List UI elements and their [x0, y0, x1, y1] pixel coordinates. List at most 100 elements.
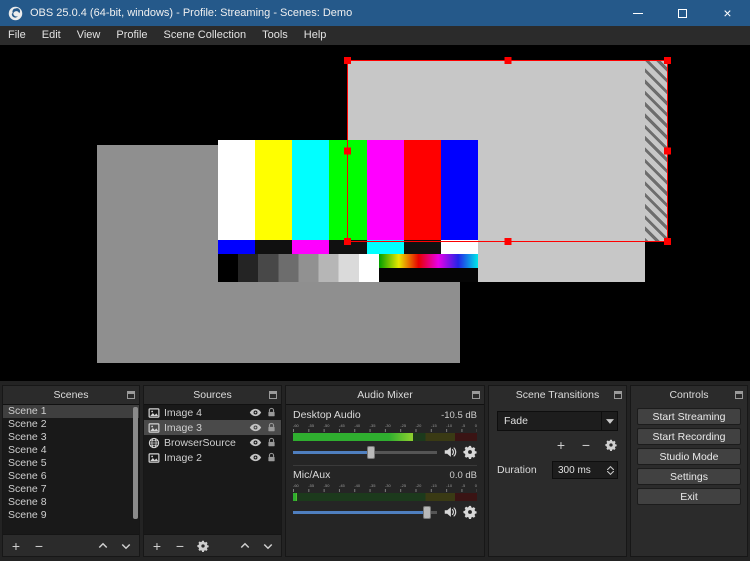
selection-handle-s[interactable]: [504, 238, 511, 245]
menu-help[interactable]: Help: [296, 26, 335, 45]
remove-source-button[interactable]: −: [173, 539, 187, 553]
menu-file[interactable]: File: [0, 26, 34, 45]
dock-popout-icon[interactable]: [127, 391, 135, 399]
selection-handle-sw[interactable]: [344, 238, 351, 245]
selection-handle-e[interactable]: [664, 147, 671, 155]
minimize-button[interactable]: [615, 0, 660, 26]
maximize-button[interactable]: [660, 0, 705, 26]
menu-profile[interactable]: Profile: [108, 26, 155, 45]
selection-handle-w[interactable]: [344, 147, 351, 155]
channel-settings-gear-icon[interactable]: [463, 505, 477, 519]
duration-spinbox[interactable]: 300 ms: [552, 461, 618, 479]
scene-list-item[interactable]: Scene 3: [3, 431, 139, 444]
source-name: BrowserSource: [164, 436, 236, 449]
sources-list[interactable]: Image 4 Image 3 BrowserSource Image 2: [144, 404, 281, 534]
menu-edit[interactable]: Edit: [34, 26, 69, 45]
scale-label: -20: [415, 423, 422, 428]
lock-icon[interactable]: [266, 407, 277, 418]
color-bars-bottom: [218, 254, 478, 282]
close-button[interactable]: ×: [705, 0, 750, 26]
scene-list-item[interactable]: Scene 1: [3, 405, 139, 418]
visibility-eye-icon[interactable]: [249, 406, 262, 419]
channel-settings-gear-icon[interactable]: [463, 445, 477, 459]
settings-button[interactable]: Settings: [637, 468, 741, 485]
transition-select[interactable]: Fade: [497, 411, 618, 431]
scene-list-item[interactable]: Scene 8: [3, 496, 139, 509]
volume-slider-handle[interactable]: [366, 445, 375, 459]
controls-header[interactable]: Controls: [631, 386, 747, 404]
menu-tools[interactable]: Tools: [254, 26, 296, 45]
scenes-list[interactable]: Scene 1 Scene 2 Scene 3 Scene 4 Scene 5 …: [3, 404, 139, 534]
visibility-eye-icon[interactable]: [249, 421, 262, 434]
source-list-item[interactable]: Image 4: [144, 405, 281, 420]
scenes-header[interactable]: Scenes: [3, 386, 139, 404]
studio-mode-button[interactable]: Studio Mode: [637, 448, 741, 465]
start-streaming-button[interactable]: Start Streaming: [637, 408, 741, 425]
mixer-channel-mic-aux: Mic/Aux 0.0 dB -60 -55 -50 -45 -40 -35 -30 -25-…: [293, 469, 477, 521]
transitions-header[interactable]: Scene Transitions: [489, 386, 626, 404]
scene-list-item[interactable]: Scene 4: [3, 444, 139, 457]
volume-slider[interactable]: [293, 505, 437, 519]
scale-label: -30: [384, 483, 391, 488]
titlebar[interactable]: OBS 25.0.4 (64-bit, windows) - Profile: …: [0, 0, 750, 26]
scale-label: -5: [461, 483, 466, 488]
browser-source-icon: [148, 437, 160, 448]
sources-header[interactable]: Sources: [144, 386, 281, 404]
menu-scene-collection[interactable]: Scene Collection: [156, 26, 255, 45]
mixer-header[interactable]: Audio Mixer: [286, 386, 484, 404]
exit-button[interactable]: Exit: [637, 488, 741, 505]
source-list-item[interactable]: BrowserSource: [144, 435, 281, 450]
source-down-button[interactable]: [261, 539, 275, 553]
dock-popout-icon[interactable]: [269, 391, 277, 399]
visibility-eye-icon[interactable]: [249, 436, 262, 449]
channel-separator: [293, 465, 477, 466]
meter-scale: -60 -55 -50 -45 -40 -35 -30 -25 -20 -15 -10 -5 0: [293, 483, 477, 488]
source-properties-gear-icon[interactable]: [196, 539, 210, 553]
scene-down-button[interactable]: [119, 539, 133, 553]
scale-label: -40: [354, 483, 361, 488]
selection-handle-ne[interactable]: [664, 57, 671, 64]
dock-popout-icon[interactable]: [472, 391, 480, 399]
preview-canvas[interactable]: [97, 57, 671, 363]
lock-icon[interactable]: [266, 422, 277, 433]
spin-up-icon[interactable]: [607, 465, 614, 470]
transitions-title: Scene Transitions: [515, 389, 600, 401]
add-scene-button[interactable]: +: [9, 539, 23, 553]
lock-icon[interactable]: [266, 437, 277, 448]
transition-properties-gear-icon[interactable]: [604, 438, 618, 452]
channel-name: Desktop Audio: [293, 409, 361, 421]
volume-slider[interactable]: [293, 445, 437, 459]
scene-list-item[interactable]: Scene 6: [3, 470, 139, 483]
add-source-button[interactable]: +: [150, 539, 164, 553]
audio-mixer-dock: Audio Mixer Desktop Audio -10.5 dB -60 -5…: [285, 385, 485, 557]
add-transition-button[interactable]: +: [554, 438, 568, 452]
scene-up-button[interactable]: [96, 539, 110, 553]
selection-handle-nw[interactable]: [344, 57, 351, 64]
scene-list-item[interactable]: Scene 7: [3, 483, 139, 496]
scene-list-item[interactable]: Scene 5: [3, 457, 139, 470]
remove-transition-button[interactable]: −: [579, 438, 593, 452]
selection-border[interactable]: [344, 57, 671, 245]
scene-list-item[interactable]: Scene 9: [3, 509, 139, 522]
transition-buttons: + −: [497, 438, 618, 452]
spin-down-icon[interactable]: [607, 470, 614, 475]
volume-slider-handle[interactable]: [422, 505, 431, 519]
start-recording-button[interactable]: Start Recording: [637, 428, 741, 445]
lock-icon[interactable]: [266, 452, 277, 463]
selection-handle-n[interactable]: [504, 57, 511, 64]
selection-handle-se[interactable]: [664, 238, 671, 245]
dock-popout-icon[interactable]: [614, 391, 622, 399]
source-gray-lower[interactable]: [460, 242, 645, 282]
dock-popout-icon[interactable]: [735, 391, 743, 399]
source-list-item[interactable]: Image 2: [144, 450, 281, 465]
speaker-icon[interactable]: [443, 505, 457, 519]
source-up-button[interactable]: [238, 539, 252, 553]
menu-view[interactable]: View: [69, 26, 109, 45]
sources-title: Sources: [193, 389, 232, 401]
source-list-item[interactable]: Image 3: [144, 420, 281, 435]
visibility-eye-icon[interactable]: [249, 451, 262, 464]
speaker-icon[interactable]: [443, 445, 457, 459]
scene-list-item[interactable]: Scene 2: [3, 418, 139, 431]
remove-scene-button[interactable]: −: [32, 539, 46, 553]
scenes-scrollbar[interactable]: [133, 407, 138, 519]
